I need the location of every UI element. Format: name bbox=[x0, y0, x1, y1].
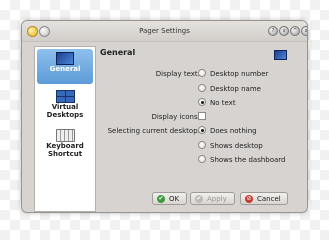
window-title: Pager Settings bbox=[139, 27, 190, 35]
display-text-label: Display text: bbox=[155, 70, 200, 78]
keyboard-icon bbox=[55, 129, 75, 142]
display-icons-checkbox[interactable] bbox=[198, 112, 206, 120]
sidebar-item-label: Virtual Desktops bbox=[46, 103, 84, 119]
apply-button[interactable]: ✔ Apply bbox=[190, 192, 235, 205]
ok-button[interactable]: ✔ OK bbox=[152, 192, 187, 205]
minimize-button[interactable]: v bbox=[279, 26, 289, 36]
sidebar-item-label: Keyboard Shortcut bbox=[46, 142, 84, 158]
cancel-button[interactable]: ⊘ Cancel bbox=[240, 192, 288, 205]
pager-settings-window: Pager Settings ? v ^ x General Virtual D… bbox=[22, 21, 307, 212]
close-button[interactable]: x bbox=[301, 26, 307, 36]
radio-label: Desktop name bbox=[210, 85, 261, 93]
radio-label: Shows the dashboard bbox=[210, 156, 286, 164]
sidebar: General Virtual Desktops Keyboard Shortc… bbox=[34, 46, 96, 212]
radio-button[interactable] bbox=[198, 98, 206, 106]
radio-button[interactable] bbox=[198, 141, 206, 149]
sidebar-item-keyboard-shortcut[interactable]: Keyboard Shortcut bbox=[37, 126, 93, 164]
sidebar-item-virtual-desktops[interactable]: Virtual Desktops bbox=[37, 87, 93, 125]
display-icons-label: Display icons: bbox=[151, 113, 200, 121]
help-button[interactable]: ? bbox=[268, 26, 278, 36]
sidebar-item-label: General bbox=[49, 65, 81, 73]
radio-label: No text bbox=[210, 99, 236, 107]
radio-button[interactable] bbox=[198, 84, 206, 92]
monitor-icon bbox=[274, 50, 287, 60]
apply-button-label: Apply bbox=[207, 195, 227, 203]
radio-button[interactable] bbox=[198, 69, 206, 77]
monitor-icon bbox=[56, 52, 74, 65]
titlebar[interactable]: Pager Settings ? v ^ x bbox=[22, 21, 307, 42]
cancel-button-label: Cancel bbox=[257, 195, 281, 203]
radio-label: Desktop number bbox=[210, 70, 269, 78]
cancel-icon: ⊘ bbox=[245, 195, 253, 203]
page-title: General bbox=[100, 48, 136, 57]
selecting-current-desktop-label: Selecting current desktop: bbox=[107, 127, 200, 135]
checkmark-icon: ✔ bbox=[157, 195, 165, 203]
ok-button-label: OK bbox=[169, 195, 180, 203]
apply-icon: ✔ bbox=[195, 195, 203, 203]
radio-button[interactable] bbox=[198, 155, 206, 163]
radio-button[interactable] bbox=[198, 126, 206, 134]
radio-label: Does nothing bbox=[210, 127, 257, 135]
maximize-button[interactable]: ^ bbox=[290, 26, 300, 36]
sidebar-item-general[interactable]: General bbox=[37, 49, 93, 84]
virtual-desktops-icon bbox=[56, 90, 75, 103]
radio-label: Shows desktop bbox=[210, 142, 263, 150]
